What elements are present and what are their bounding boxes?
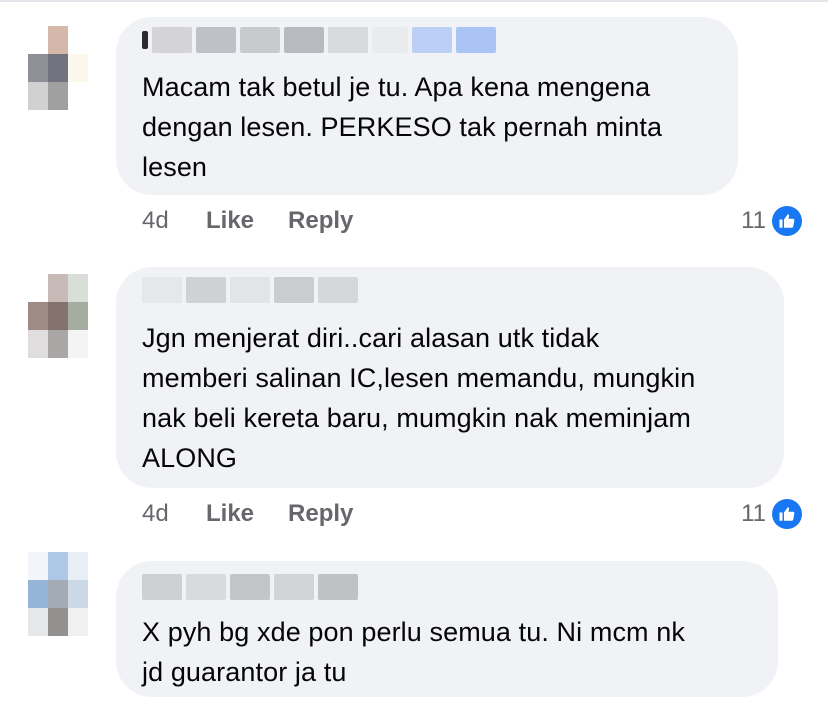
comment-text: Jgn menjerat diri..cari alasan utk tidak… [142,323,696,473]
reaction-summary[interactable]: 11 [741,497,802,531]
like-thumb-icon [772,206,802,236]
like-thumb-icon [772,499,802,529]
comment-actions: 4d Like Reply [142,499,387,529]
avatar[interactable] [28,552,88,636]
avatar[interactable] [28,26,88,110]
commenter-name[interactable] [142,27,496,53]
comment-actions: 4d Like Reply [142,206,387,236]
comment-timestamp[interactable]: 4d [142,207,206,235]
comment-bubble: Jgn menjerat diri..cari alasan utk tidak… [116,267,784,488]
comment-bubble: X pyh bg xde pon perlu semua tu. Ni mcm … [116,561,778,697]
avatar[interactable] [28,274,88,358]
like-button[interactable]: Like [206,207,254,235]
reply-button[interactable]: Reply [288,207,353,235]
divider [0,0,828,2]
comment-bubble: Macam tak betul je tu. Apa kena mengena … [116,17,738,195]
comment-text: X pyh bg xde pon perlu semua tu. Ni mcm … [142,617,685,687]
reaction-count: 11 [741,500,766,527]
reply-button[interactable]: Reply [288,500,353,528]
like-button[interactable]: Like [206,500,254,528]
comment-timestamp[interactable]: 4d [142,500,206,528]
commenter-name[interactable] [142,574,358,600]
commenter-name[interactable] [142,277,358,303]
reaction-count: 11 [741,207,766,234]
comment-text: Macam tak betul je tu. Apa kena mengena … [142,72,663,182]
reaction-summary[interactable]: 11 [741,204,802,238]
